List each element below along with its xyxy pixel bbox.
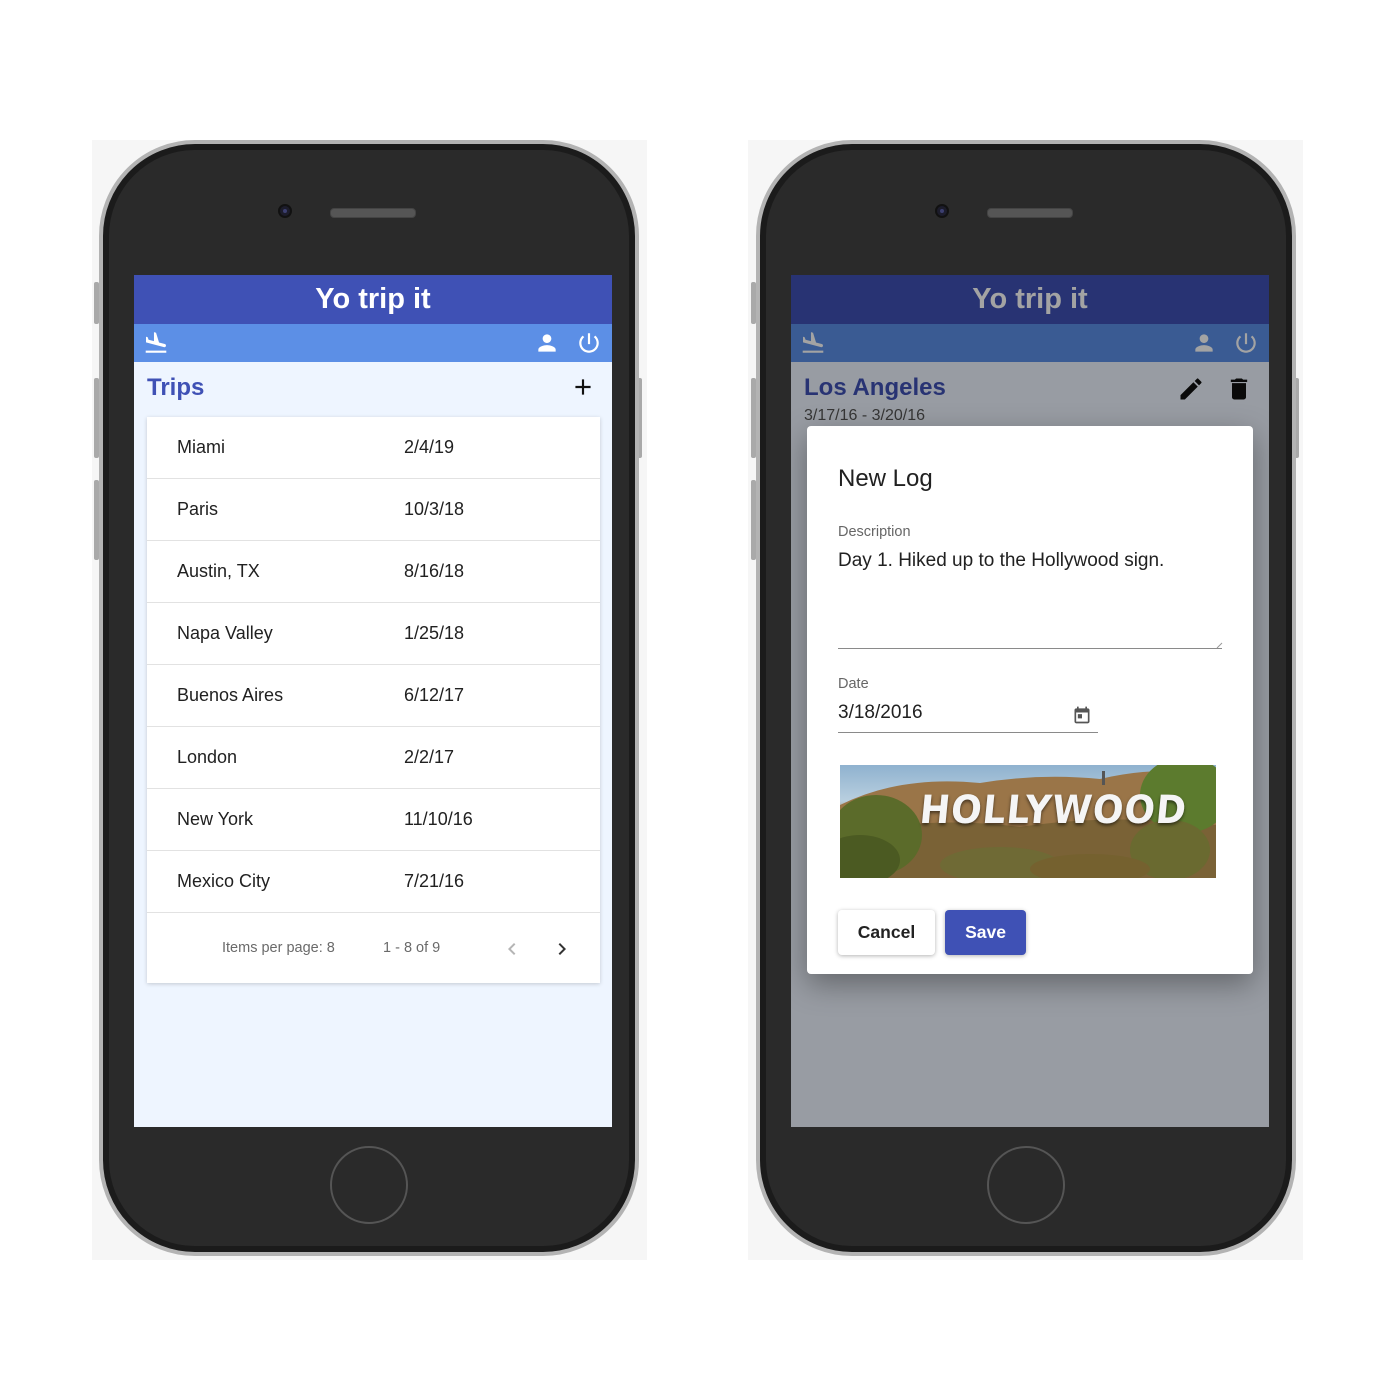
table-row[interactable]: Austin, TX 8/16/18 <box>147 541 600 603</box>
resize-handle-icon[interactable] <box>1215 636 1223 649</box>
trips-header: Trips <box>134 362 612 417</box>
trip-name: Mexico City <box>177 871 271 891</box>
trip-date: 11/10/16 <box>404 809 473 829</box>
table-row[interactable]: Napa Valley 1/25/18 <box>147 603 600 665</box>
trip-date: 7/21/16 <box>404 871 465 891</box>
table-row[interactable]: Buenos Aires 6/12/17 <box>147 665 600 727</box>
description-field[interactable]: Day 1. Hiked up to the Hollywood sign. <box>838 550 1164 572</box>
description-underline <box>838 648 1222 649</box>
table-row[interactable]: New York 11/10/16 <box>147 789 600 851</box>
trip-date: 10/3/18 <box>404 499 465 519</box>
trip-name: Miami <box>177 437 225 457</box>
date-field[interactable]: 3/18/2016 <box>838 702 923 724</box>
trip-name: London <box>177 747 238 767</box>
hollywood-sign-text: HOLLYWOOD <box>917 788 1190 833</box>
trip-name: Austin, TX <box>177 561 260 581</box>
trip-detail-screen: Yo trip it Los Angeles 3/17/16 - 3/20/16 <box>791 275 1269 1127</box>
left-phone: Yo trip it Trips Miami 2/4/19 Paris 10/3/18… <box>99 140 639 1256</box>
save-button[interactable]: Save <box>945 910 1026 955</box>
chevron-right-icon[interactable] <box>550 937 574 961</box>
home-button[interactable] <box>987 1146 1065 1224</box>
trip-list: Miami 2/4/19 Paris 10/3/18 Austin, TX 8/16/18… <box>147 417 600 913</box>
table-row[interactable]: Mexico City 7/21/16 <box>147 851 600 913</box>
trip-date: 6/12/17 <box>404 685 465 705</box>
power-icon[interactable] <box>576 330 602 356</box>
chevron-left-icon[interactable] <box>500 937 524 961</box>
earpiece-speaker <box>330 208 416 218</box>
paginator: Items per page: 8 1 - 8 of 9 <box>147 913 600 983</box>
trip-name: Buenos Aires <box>177 685 284 705</box>
flight-land-icon[interactable] <box>143 330 169 356</box>
table-row[interactable]: Miami 2/4/19 <box>147 417 600 479</box>
dialog-title: New Log <box>838 465 933 492</box>
earpiece-speaker <box>987 208 1073 218</box>
trip-date: 1/25/18 <box>404 623 465 643</box>
calendar-icon[interactable] <box>1072 705 1092 725</box>
description-label: Description <box>838 524 911 540</box>
date-label: Date <box>838 676 869 692</box>
trips-screen: Yo trip it Trips Miami 2/4/19 Paris 10/3/18… <box>134 275 612 1127</box>
nav-bar <box>134 324 612 362</box>
table-row[interactable]: Paris 10/3/18 <box>147 479 600 541</box>
trip-name: Paris <box>177 499 219 519</box>
home-button[interactable] <box>330 1146 408 1224</box>
trip-date: 2/4/19 <box>404 437 455 457</box>
right-phone: Yo trip it Los Angeles 3/17/16 - 3/20/16 <box>756 140 1296 1256</box>
trip-date: 8/16/18 <box>404 561 465 581</box>
trip-name: Napa Valley <box>177 623 273 643</box>
page-range: 1 - 8 of 9 <box>383 940 441 956</box>
front-camera <box>935 204 949 218</box>
trip-date: 2/2/17 <box>404 747 455 767</box>
hollywood-sign-photo: HOLLYWOOD <box>840 765 1216 878</box>
table-row[interactable]: London 2/2/17 <box>147 727 600 789</box>
app-title: Yo trip it <box>134 275 612 324</box>
date-underline <box>838 732 1098 733</box>
person-icon[interactable] <box>534 330 560 356</box>
items-per-page[interactable]: Items per page: 8 <box>222 940 335 956</box>
page-title: Trips <box>147 374 205 401</box>
new-log-dialog: New Log Description Day 1. Hiked up to t… <box>807 426 1253 974</box>
front-camera <box>278 204 292 218</box>
trip-name: New York <box>177 809 254 829</box>
cancel-button[interactable]: Cancel <box>838 910 935 955</box>
trips-table: Miami 2/4/19 Paris 10/3/18 Austin, TX 8/16/18… <box>147 417 600 983</box>
plus-icon[interactable] <box>570 374 596 400</box>
